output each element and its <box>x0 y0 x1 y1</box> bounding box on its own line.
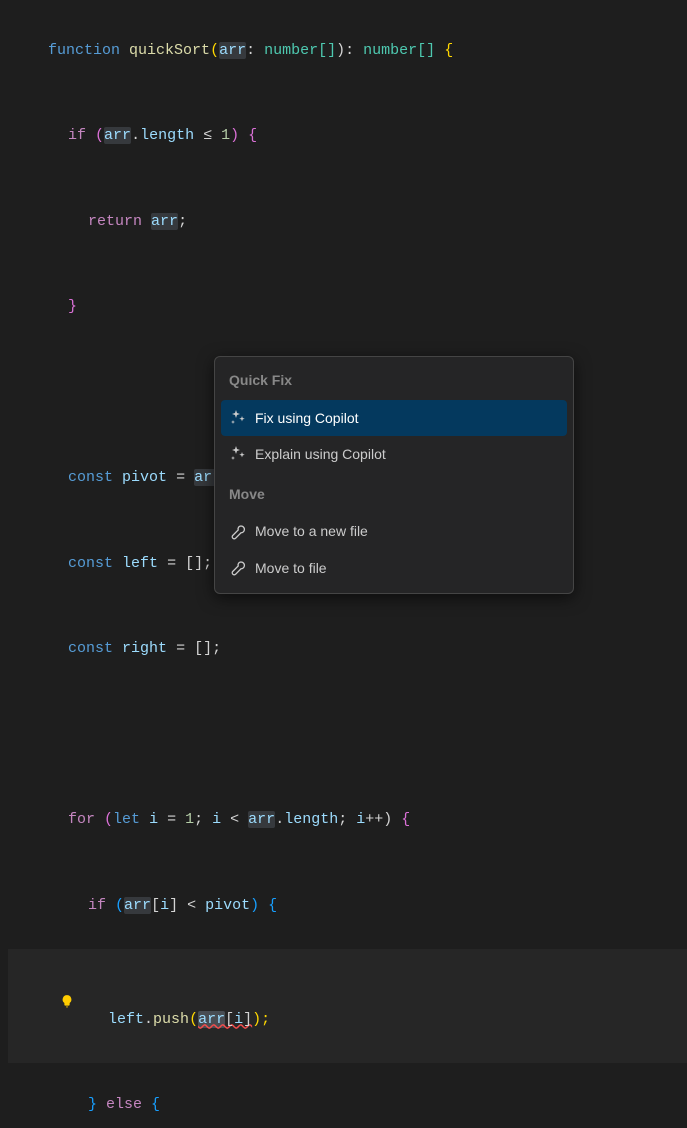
code-line[interactable]: } else { <box>8 1063 687 1128</box>
function-name: quickSort <box>129 42 210 59</box>
keyword: function <box>48 42 120 59</box>
wrench-icon <box>229 559 247 577</box>
wrench-icon <box>229 523 247 541</box>
menu-item-explain-copilot[interactable]: Explain using Copilot <box>221 436 567 473</box>
code-line[interactable]: return arr; <box>8 179 687 265</box>
menu-item-move-new-file[interactable]: Move to a new file <box>221 513 567 550</box>
sparkle-icon <box>229 409 247 427</box>
param-arr: arr <box>219 42 246 59</box>
code-line[interactable]: for (let i = 1; i < arr.length; i++) { <box>8 778 687 864</box>
sparkle-icon <box>229 445 247 463</box>
code-line[interactable]: if (arr[i] < pivot) { <box>8 863 687 949</box>
menu-item-label: Move to a new file <box>255 518 368 545</box>
menu-item-move-file[interactable]: Move to file <box>221 550 567 587</box>
code-line-current[interactable]: left.push(arr[i]); <box>8 949 687 1063</box>
lightbulb-icon[interactable] <box>6 963 74 1049</box>
code-line[interactable]: const right = []; <box>8 607 687 693</box>
menu-section-header: Quick Fix <box>221 363 567 400</box>
code-line[interactable]: function quickSort(arr: number[]): numbe… <box>8 8 687 94</box>
menu-item-label: Fix using Copilot <box>255 405 359 432</box>
quick-fix-menu: Quick Fix Fix using Copilot Explain usin… <box>214 356 574 594</box>
menu-item-label: Move to file <box>255 555 327 582</box>
menu-item-fix-copilot[interactable]: Fix using Copilot <box>221 400 567 437</box>
code-line[interactable]: if (arr.length ≤ 1) { <box>8 94 687 180</box>
code-line-blank[interactable] <box>8 692 687 778</box>
menu-item-label: Explain using Copilot <box>255 441 386 468</box>
code-line[interactable]: } <box>8 265 687 351</box>
menu-section-header: Move <box>221 477 567 514</box>
